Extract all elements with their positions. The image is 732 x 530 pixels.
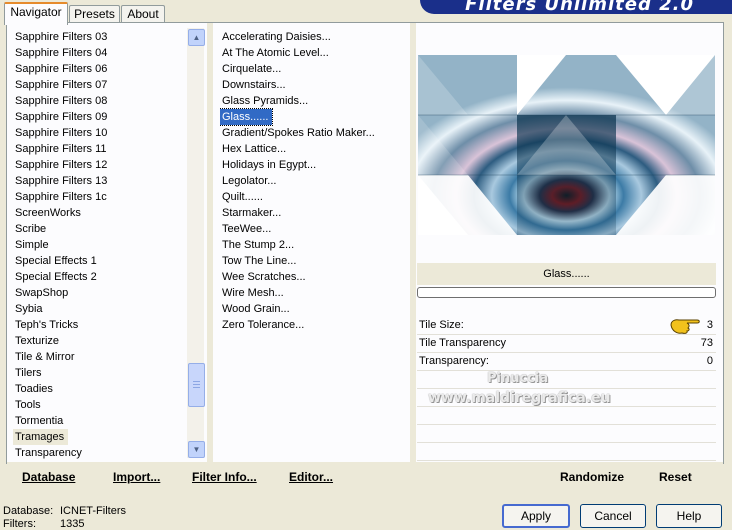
list-item[interactable]: Wood Grain...: [220, 301, 410, 317]
list-item[interactable]: TeeWee...: [220, 221, 410, 237]
watermark-url: www.maldiregrafica.eu: [428, 390, 611, 406]
import-link[interactable]: Import...: [113, 470, 160, 484]
list-item[interactable]: ScreenWorks: [13, 205, 185, 221]
cancel-button[interactable]: Cancel: [580, 504, 646, 528]
list-item[interactable]: Wee Scratches...: [220, 269, 410, 285]
list-item[interactable]: Transparency: [13, 445, 185, 461]
list-item[interactable]: Special Effects 2: [13, 269, 185, 285]
pointing-hand-icon: [670, 319, 700, 334]
banner: Filters Unlimited 2.0: [420, 0, 732, 14]
tab-presets[interactable]: Presets: [69, 5, 120, 23]
category-list[interactable]: Sapphire Filters 03 Sapphire Filters 04 Sa…: [13, 29, 185, 461]
param-value: 3: [706, 319, 713, 331]
list-item[interactable]: Sapphire Filters 1c: [13, 189, 185, 205]
list-item[interactable]: Sapphire Filters 06: [13, 61, 185, 77]
list-item[interactable]: Tormentia: [13, 413, 185, 429]
list-item[interactable]: Glass Pyramids...: [220, 93, 410, 109]
filter-info-link[interactable]: Filter Info...: [192, 470, 257, 484]
list-item[interactable]: Sapphire Filters 12: [13, 157, 185, 173]
scroll-down-button[interactable]: ▼: [188, 441, 205, 458]
list-item[interactable]: Scribe: [13, 221, 185, 237]
list-item[interactable]: Accelerating Daisies...: [220, 29, 410, 45]
list-item[interactable]: Tools: [13, 397, 185, 413]
database-value: ICNET-Filters: [60, 505, 126, 517]
list-item[interactable]: Texturize: [13, 333, 185, 349]
list-item[interactable]: Wire Mesh...: [220, 285, 410, 301]
category-scrollbar[interactable]: ▲ ▼: [187, 28, 205, 458]
reset-button[interactable]: Reset: [659, 470, 692, 484]
tab-navigator[interactable]: Navigator: [4, 2, 68, 25]
list-item[interactable]: Tilers: [13, 365, 185, 381]
param-tile-size[interactable]: Tile Size: 3: [417, 317, 716, 335]
editor-link[interactable]: Editor...: [289, 470, 333, 484]
list-item[interactable]: Simple: [13, 237, 185, 253]
randomize-button[interactable]: Randomize: [560, 470, 624, 484]
filters-label: Filters:: [3, 518, 36, 530]
preview-image: [418, 55, 715, 235]
list-item[interactable]: Zero Tolerance...: [220, 317, 410, 333]
list-item[interactable]: Sapphire Filters 10: [13, 125, 185, 141]
param-value: 0: [706, 355, 713, 367]
empty-param-row: [417, 425, 716, 443]
divider: [410, 23, 416, 462]
list-item[interactable]: Teph's Tricks: [13, 317, 185, 333]
list-item[interactable]: Starmaker...: [220, 205, 410, 221]
list-item[interactable]: Special Effects 1: [13, 253, 185, 269]
list-item[interactable]: Quilt......: [220, 189, 410, 205]
param-transparency[interactable]: Transparency: 0: [417, 353, 716, 371]
tab-about[interactable]: About: [121, 5, 165, 23]
list-item[interactable]: Tow The Line...: [220, 253, 410, 269]
scroll-thumb[interactable]: [188, 363, 205, 407]
scroll-up-button[interactable]: ▲: [188, 29, 205, 46]
list-item[interactable]: At The Atomic Level...: [220, 45, 410, 61]
database-status: Database: ICNET-Filters: [3, 505, 126, 517]
list-item[interactable]: Sapphire Filters 11: [13, 141, 185, 157]
list-item[interactable]: Cirquelate...: [220, 61, 410, 77]
filter-name-label: Glass......: [417, 263, 716, 285]
empty-param-row: [417, 371, 716, 389]
help-button[interactable]: Help: [656, 504, 722, 528]
list-item[interactable]: Holidays in Egypt...: [220, 157, 410, 173]
banner-title: Filters Unlimited 2.0: [465, 0, 694, 14]
list-item[interactable]: Hex Lattice...: [220, 141, 410, 157]
list-item[interactable]: Tramages: [13, 429, 69, 445]
list-item[interactable]: Toadies: [13, 381, 185, 397]
list-item[interactable]: Gradient/Spokes Ratio Maker...: [220, 125, 410, 141]
list-item[interactable]: Downstairs...: [220, 77, 410, 93]
apply-button[interactable]: Apply: [502, 504, 570, 528]
list-item[interactable]: Glass......: [220, 108, 274, 126]
list-item[interactable]: SwapShop: [13, 285, 185, 301]
watermark-name: Pinuccia: [487, 371, 549, 386]
list-item[interactable]: Sybia: [13, 301, 185, 317]
list-item[interactable]: Sapphire Filters 13: [13, 173, 185, 189]
list-item[interactable]: Sapphire Filters 09: [13, 109, 185, 125]
divider: [207, 23, 213, 462]
list-item[interactable]: Legolator...: [220, 173, 410, 189]
empty-param-row: [417, 407, 716, 425]
filters-status: Filters: 1335: [3, 518, 84, 530]
list-item[interactable]: Sapphire Filters 03: [13, 29, 185, 45]
list-item[interactable]: Sapphire Filters 08: [13, 93, 185, 109]
database-label: Database:: [3, 505, 54, 517]
param-value: 73: [700, 337, 713, 349]
list-item[interactable]: Sapphire Filters 07: [13, 77, 185, 93]
empty-param-row: [417, 443, 716, 461]
list-item[interactable]: Sapphire Filters 04: [13, 45, 185, 61]
param-name: Tile Size:: [419, 319, 464, 331]
database-link[interactable]: Database: [22, 470, 75, 484]
list-item[interactable]: Tile & Mirror: [13, 349, 185, 365]
param-tile-transparency[interactable]: Tile Transparency 73: [417, 335, 716, 353]
list-item[interactable]: The Stump 2...: [220, 237, 410, 253]
progress-bar: [417, 287, 716, 298]
param-name: Tile Transparency: [419, 337, 507, 349]
param-name: Transparency:: [419, 355, 489, 367]
filters-count: 1335: [60, 518, 85, 530]
filter-list[interactable]: Accelerating Daisies... At The Atomic Lev…: [220, 29, 410, 359]
